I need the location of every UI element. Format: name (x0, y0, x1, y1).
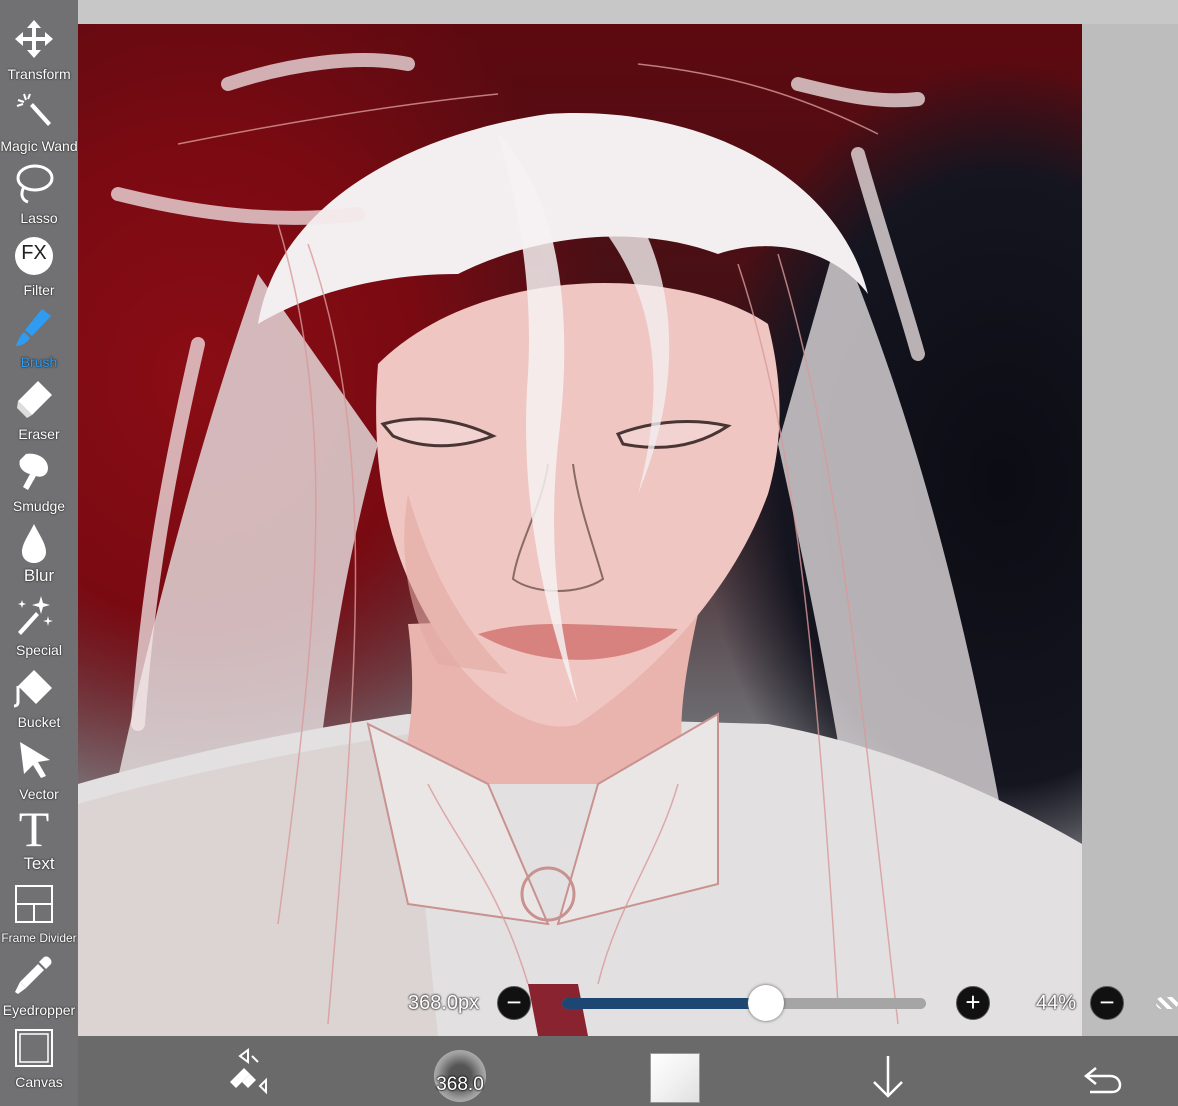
tool-smudge[interactable]: Smudge (0, 448, 78, 520)
undo-icon[interactable] (1080, 1036, 1124, 1106)
brush-preview-button[interactable]: 368.0 (430, 1036, 490, 1106)
brush-icon (16, 309, 51, 346)
minus-icon: − (506, 987, 522, 1017)
swap-brush-eraser-icon[interactable] (226, 1036, 272, 1106)
canvas-margin (1082, 24, 1178, 1036)
fx-icon-text: FX (21, 242, 47, 264)
tool-eraser[interactable]: Eraser (0, 376, 78, 448)
brush-size-decrease-button[interactable]: − (497, 986, 531, 1020)
lasso-icon (16, 164, 54, 204)
tool-label: Bucket (17, 714, 61, 730)
tool-brush[interactable]: Brush (0, 304, 78, 376)
tool-label: Eyedropper (2, 1002, 76, 1018)
tool-blur[interactable]: Blur (0, 520, 78, 592)
tool-label: Blur (23, 566, 55, 585)
plus-icon: + (965, 987, 981, 1017)
move-arrows-icon (15, 20, 53, 58)
eyedropper-icon (15, 956, 52, 994)
blur-drop-icon (22, 524, 46, 563)
tool-sidebar: Transform Magic Wand Lasso FX Filter Bru… (0, 0, 78, 1106)
tool-label: Brush (20, 354, 58, 370)
bucket-icon (14, 670, 52, 708)
brush-size-row: 368.0px − + 44% − (400, 985, 1178, 1021)
color-swatch-icon (650, 1053, 700, 1103)
frame-divider-icon (15, 885, 53, 923)
tool-label: Special (16, 642, 62, 658)
canvas-icon (15, 1029, 53, 1067)
canvas-workspace[interactable] (78, 0, 1178, 1036)
brush-size-value: 368.0px (408, 992, 480, 1014)
brush-size-increase-button[interactable]: + (956, 986, 990, 1020)
brush-preview-size-label: 368.0 (436, 1074, 484, 1095)
tool-label: Filter (23, 282, 55, 298)
tool-magic-wand[interactable]: Magic Wand (0, 88, 78, 160)
text-t-icon: T (18, 801, 50, 857)
opacity-value: 44% (1036, 992, 1077, 1014)
tool-label: Smudge (12, 498, 66, 514)
color-swatch-button[interactable] (650, 1036, 700, 1106)
tool-vector[interactable]: Vector (0, 736, 78, 808)
opacity-decrease-button[interactable]: − (1090, 986, 1124, 1020)
tool-label: Eraser (18, 426, 60, 442)
tool-label: Frame Divider (1, 931, 77, 945)
tool-label: Magic Wand (0, 138, 78, 154)
opacity-slider[interactable] (1156, 997, 1178, 1009)
vector-cursor-icon (20, 742, 50, 778)
magic-wand-icon (16, 93, 51, 126)
tool-label: Transform (7, 66, 71, 82)
brush-size-slider-knob[interactable] (747, 985, 784, 1021)
tool-frame-divider[interactable]: Frame Divider (0, 880, 78, 952)
tool-filter[interactable]: FX Filter (0, 232, 78, 304)
tool-eyedropper[interactable]: Eyedropper (0, 952, 78, 1024)
tool-label: Canvas (15, 1074, 63, 1090)
download-arrow-icon[interactable] (868, 1036, 908, 1106)
tool-label: Vector (19, 786, 59, 802)
tool-special[interactable]: Special (0, 592, 78, 664)
smudge-finger-icon (19, 453, 48, 490)
tool-text[interactable]: T Text (0, 802, 78, 880)
eraser-icon (17, 381, 52, 418)
tool-transform[interactable]: Transform (0, 16, 78, 88)
tool-label: Lasso (20, 210, 58, 226)
minus-icon: − (1099, 987, 1115, 1017)
artwork-illustration (78, 53, 1082, 1036)
tool-label: Text (23, 854, 55, 873)
tool-canvas[interactable]: Canvas (0, 1024, 78, 1096)
artwork-canvas[interactable] (78, 24, 1082, 1036)
brush-size-slider[interactable] (562, 998, 926, 1009)
special-sparkle-icon (18, 596, 53, 635)
bottom-toolbar: 368.0 (78, 1036, 1178, 1106)
brush-size-slider-fill (562, 998, 766, 1009)
tool-bucket[interactable]: Bucket (0, 664, 78, 736)
tool-lasso[interactable]: Lasso (0, 160, 78, 232)
